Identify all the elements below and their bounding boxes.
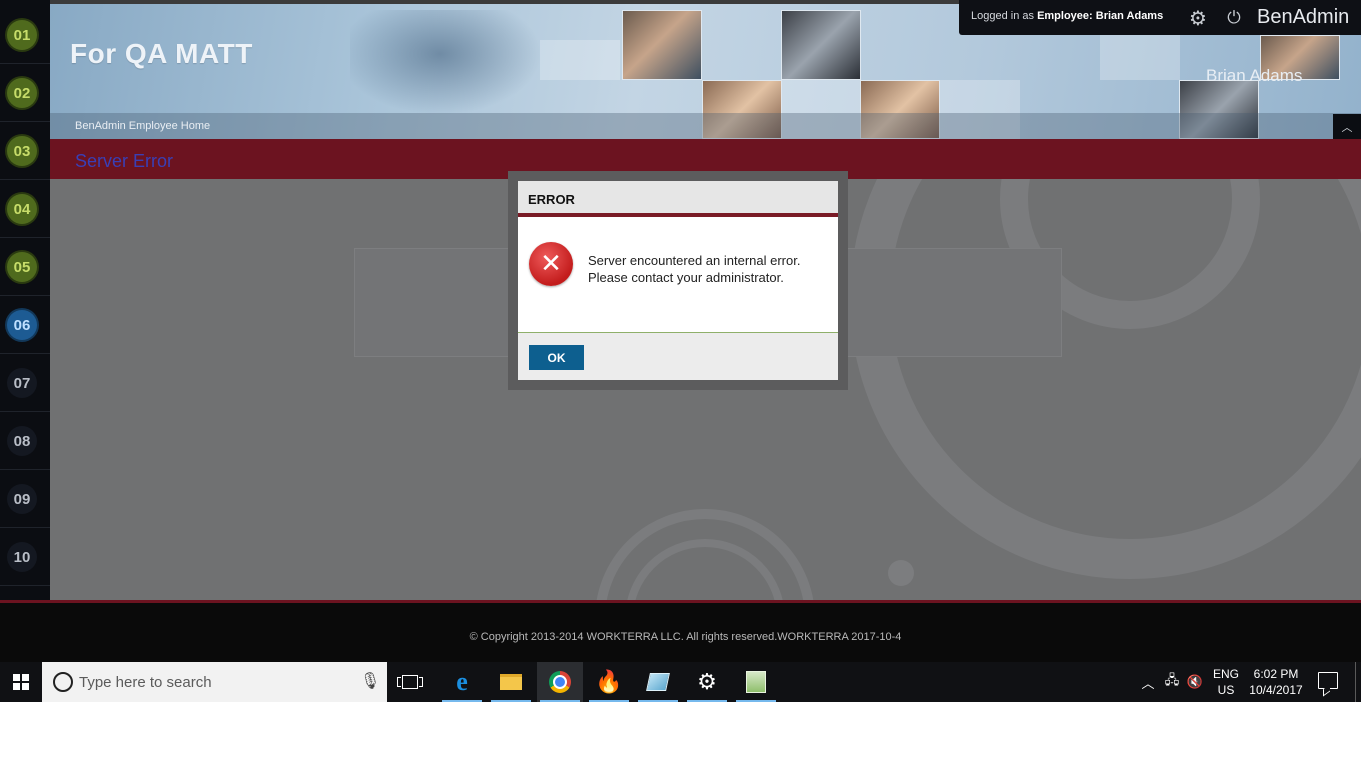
taskbar: Type here to search 🎙 e 🔥 ⚙ ︿ 🖧 🔇 ENG US… xyxy=(0,662,1361,702)
error-x-icon: ✕ xyxy=(529,242,573,286)
user-role: Employee: xyxy=(1037,10,1093,22)
network-icon[interactable]: 🖧 xyxy=(1162,662,1182,702)
site-title: For QA MATT xyxy=(70,38,253,69)
banner-tile xyxy=(1100,35,1180,80)
step-number: 01 xyxy=(7,20,37,50)
logged-in-text: Logged in as Employee: Brian Adams xyxy=(971,10,1163,22)
taskbar-chrome[interactable] xyxy=(537,662,583,702)
logged-in-prefix: Logged in as xyxy=(971,10,1034,22)
step-04[interactable]: 04 xyxy=(0,180,50,238)
taskbar-edge[interactable]: e xyxy=(439,662,485,702)
banner-user-name: Brian Adams xyxy=(1206,66,1303,85)
clock-time: 6:02 PM xyxy=(1253,667,1299,681)
action-center-icon[interactable] xyxy=(1318,672,1338,689)
chevron-up-icon: ︿ xyxy=(1141,676,1155,692)
page-title: Server Error xyxy=(75,151,174,171)
dialog-footer: OK xyxy=(518,332,838,380)
step-08[interactable]: 08 xyxy=(0,412,50,470)
step-09[interactable]: 09 xyxy=(0,470,50,528)
step-07[interactable]: 07 xyxy=(0,354,50,412)
firefox-icon: 🔥 xyxy=(595,669,623,695)
step-number: 06 xyxy=(7,310,37,340)
breadcrumb-bar: BenAdmin Employee Home xyxy=(50,113,1361,139)
right-edge-strip xyxy=(1361,0,1366,702)
step-03[interactable]: 03 xyxy=(0,122,50,180)
settings-icon: ⚙ xyxy=(697,669,717,695)
screen: 01 02 03 04 05 06 07 08 09 10 For QA MAT… xyxy=(0,0,1366,768)
chrome-icon xyxy=(549,671,571,693)
error-dialog: ERROR ✕ Server encountered an internal e… xyxy=(518,181,838,380)
banner-photo-runner xyxy=(350,10,550,120)
file-explorer-icon xyxy=(500,674,522,690)
cortana-icon xyxy=(53,672,73,692)
gear-icon: ⚙ xyxy=(1189,6,1207,30)
dialog-message: Server encountered an internal error. Pl… xyxy=(588,253,801,285)
show-desktop-button[interactable] xyxy=(1355,662,1361,702)
collapse-header-button[interactable]: ︿ xyxy=(1333,114,1361,139)
calculator-icon xyxy=(746,671,766,693)
step-number: 04 xyxy=(7,194,37,224)
edge-icon: e xyxy=(456,667,468,696)
lang-code: ENG xyxy=(1212,667,1239,681)
system-clock[interactable]: 6:02 PM 10/4/2017 xyxy=(1246,666,1306,698)
account-bar: Logged in as Employee: Brian Adams ⚙ ⏻ B… xyxy=(959,0,1361,35)
step-number: 07 xyxy=(7,368,37,398)
banner-photo-tile xyxy=(781,10,861,80)
step-rail: 01 02 03 04 05 06 07 08 09 10 xyxy=(0,0,50,603)
banner-photo-tile xyxy=(622,10,702,80)
notes-icon xyxy=(646,673,670,691)
copyright-text: © Copyright 2013-2014 WORKTERRA LLC. All… xyxy=(469,631,902,643)
step-number: 10 xyxy=(7,542,37,572)
step-number: 03 xyxy=(7,136,37,166)
banner-tile xyxy=(540,40,620,80)
search-placeholder: Type here to search xyxy=(79,674,212,691)
step-number: 09 xyxy=(7,484,37,514)
dialog-header: ERROR xyxy=(518,181,838,217)
settings-button[interactable]: ⚙ xyxy=(1187,7,1209,29)
step-10[interactable]: 10 xyxy=(0,528,50,586)
brand-logo: BenAdmin xyxy=(1257,6,1350,28)
taskbar-calculator[interactable] xyxy=(733,662,779,702)
page-footer: © Copyright 2013-2014 WORKTERRA LLC. All… xyxy=(0,603,1361,662)
volume-muted-icon[interactable]: 🔇 xyxy=(1185,662,1205,702)
dialog-title: ERROR xyxy=(528,192,575,207)
taskbar-firefox[interactable]: 🔥 xyxy=(586,662,632,702)
breadcrumb[interactable]: BenAdmin Employee Home xyxy=(75,120,210,132)
ok-button[interactable]: OK xyxy=(529,345,584,370)
start-button[interactable] xyxy=(0,662,42,702)
power-icon: ⏻ xyxy=(1227,8,1241,28)
taskbar-file-explorer[interactable] xyxy=(488,662,534,702)
task-view-icon[interactable] xyxy=(396,673,424,691)
input-language[interactable]: ENG US xyxy=(1208,666,1244,698)
taskbar-notes[interactable] xyxy=(635,662,681,702)
microphone-icon[interactable]: 🎙 xyxy=(360,671,380,690)
show-hidden-icons[interactable]: ︿ xyxy=(1138,662,1158,702)
step-number: 02 xyxy=(7,78,37,108)
taskbar-settings[interactable]: ⚙ xyxy=(684,662,730,702)
background-dot xyxy=(888,560,914,586)
lang-region: US xyxy=(1217,683,1235,697)
step-05[interactable]: 05 xyxy=(0,238,50,296)
windows-icon xyxy=(13,674,29,690)
step-number: 05 xyxy=(7,252,37,282)
step-06[interactable]: 06 xyxy=(0,296,50,354)
logout-button[interactable]: ⏻ xyxy=(1223,7,1245,29)
taskbar-search[interactable]: Type here to search 🎙 xyxy=(42,662,387,702)
user-name: Brian Adams xyxy=(1095,10,1164,22)
step-01[interactable]: 01 xyxy=(0,6,50,64)
step-02[interactable]: 02 xyxy=(0,64,50,122)
clock-date: 10/4/2017 xyxy=(1249,683,1303,697)
step-number: 08 xyxy=(7,426,37,456)
chevron-up-icon: ︿ xyxy=(1341,120,1353,134)
